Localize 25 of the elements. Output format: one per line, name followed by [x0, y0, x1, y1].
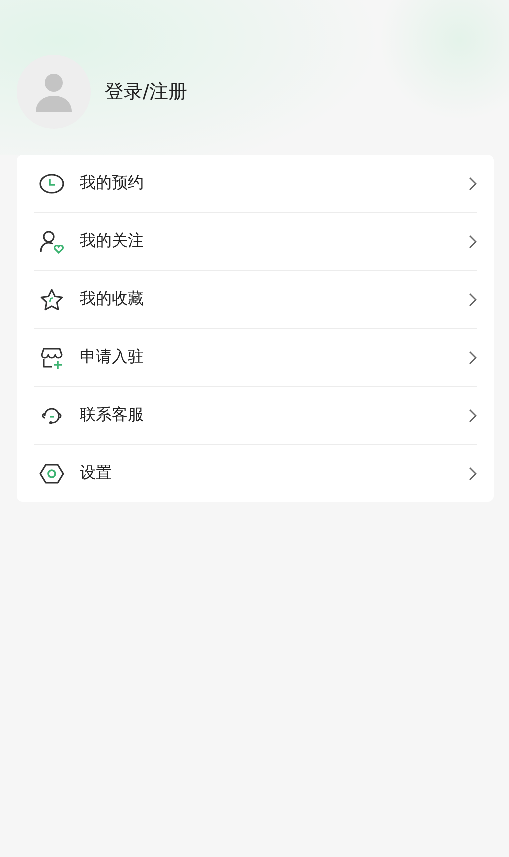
clock-icon [39, 172, 65, 194]
menu-item[interactable]: 我的收藏 [34, 271, 477, 329]
menu-label: 联系客服 [80, 405, 145, 426]
chevron-right-icon [468, 466, 478, 482]
shop-add-icon [39, 346, 65, 370]
menu-label: 设置 [80, 463, 113, 484]
menu-label: 我的关注 [80, 231, 145, 252]
menu-item[interactable]: 申请入驻 [34, 329, 477, 387]
menu-item[interactable]: 我的预约 [34, 155, 477, 213]
menu-item[interactable]: 联系客服 [34, 387, 477, 445]
menu-label: 我的预约 [80, 173, 145, 194]
chevron-right-icon [468, 234, 478, 250]
login-register-link[interactable]: 登录/注册 [105, 79, 188, 105]
chevron-right-icon [468, 350, 478, 366]
chevron-right-icon [468, 176, 478, 192]
chevron-right-icon [468, 292, 478, 308]
menu-label: 我的收藏 [80, 289, 145, 310]
chevron-right-icon [468, 408, 478, 424]
menu-item[interactable]: 设置 [34, 445, 477, 502]
settings-icon [39, 462, 65, 484]
user-silhouette-icon [34, 72, 74, 112]
star-icon [39, 288, 65, 312]
menu-label: 申请入驻 [80, 347, 145, 368]
menu-item[interactable]: 我的关注 [34, 213, 477, 271]
user-heart-icon [39, 228, 65, 254]
